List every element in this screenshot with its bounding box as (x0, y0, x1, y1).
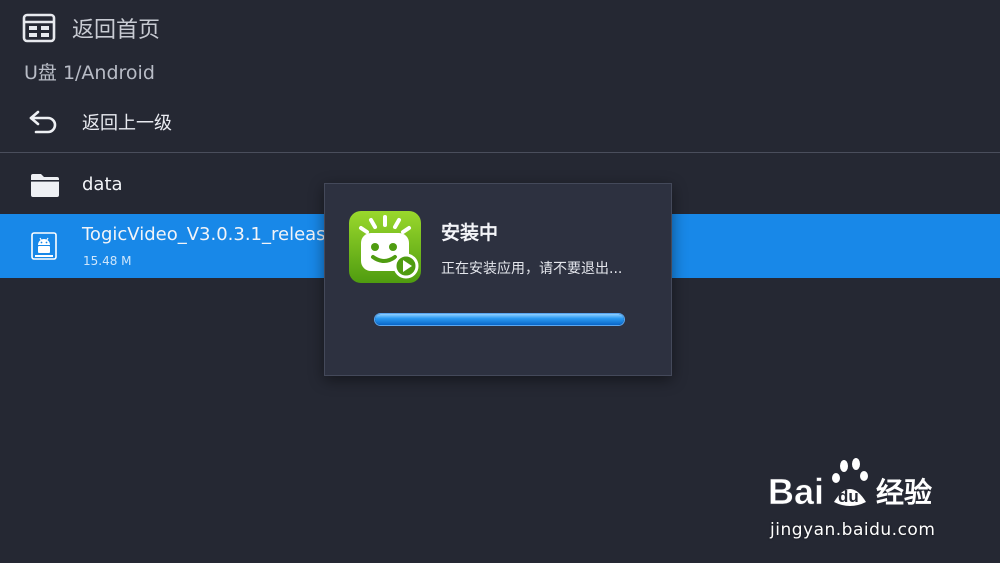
file-manager-icon (22, 13, 56, 43)
home-label: 返回首页 (72, 18, 161, 43)
install-dialog: 安装中 正在安装应用，请不要退出... (324, 183, 672, 376)
svg-text:Bai: Bai (768, 471, 824, 512)
file-name: data (82, 174, 123, 195)
svg-text:du: du (838, 487, 859, 506)
file-size: 15.48 M (83, 254, 132, 268)
togic-video-app-icon (349, 211, 421, 283)
baidu-logo: Bai du 经验 (768, 458, 932, 512)
current-path: U盘 1/Android (24, 62, 155, 84)
install-progress-fill (375, 314, 624, 325)
dialog-title: 安装中 (441, 222, 499, 244)
svg-text:经验: 经验 (876, 476, 932, 509)
baidu-jingyan-watermark: Bai du 经验 jingyan.baidu.com (764, 456, 964, 546)
dialog-message: 正在安装应用，请不要退出... (441, 261, 623, 277)
back-arrow-icon (29, 110, 57, 134)
install-progress-bar (374, 313, 625, 326)
home-button[interactable]: 返回首页 (22, 10, 160, 46)
list-divider (0, 152, 1000, 153)
watermark-url: jingyan.baidu.com (770, 520, 936, 540)
back-label: 返回上一级 (82, 113, 172, 134)
folder-icon (31, 174, 59, 197)
android-apk-icon (31, 232, 57, 260)
file-name: TogicVideo_V3.0.3.1_release_ (82, 224, 346, 245)
back-button[interactable]: 返回上一级 (28, 106, 172, 138)
